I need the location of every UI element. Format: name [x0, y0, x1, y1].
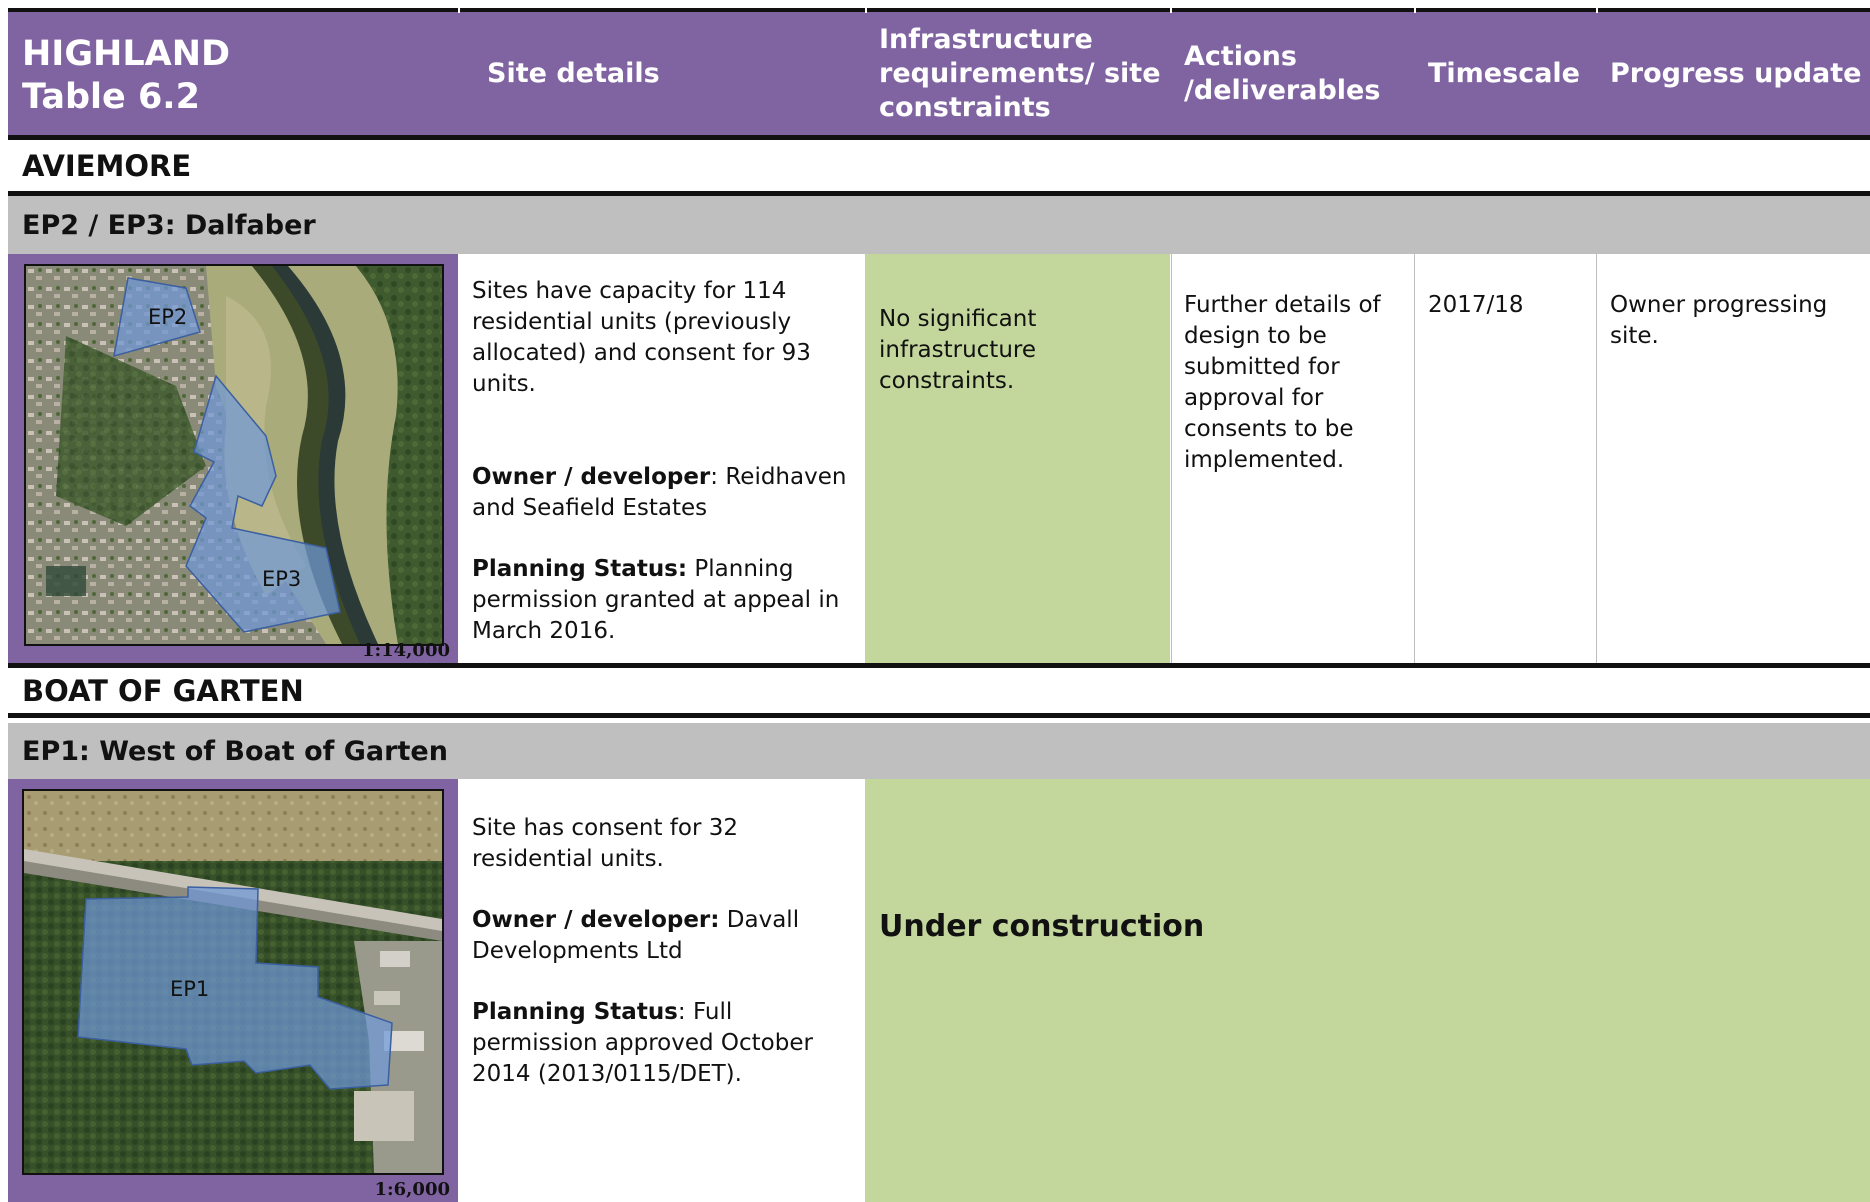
capacity-text: Site has consent for 32 residential unit… [472, 815, 738, 872]
map-label-ep3: EP3 [262, 567, 301, 591]
timescale-dalfaber: 2017/18 [1428, 292, 1524, 318]
infrastructure-dalfaber: No significant infrastructure constraint… [865, 254, 1170, 663]
region-title: HIGHLAND [22, 33, 231, 74]
table-6-2: HIGHLAND Table 6.2 Site details Infrastr… [8, 8, 1870, 1202]
site-map-dalfaber: EP2 EP3 [24, 264, 444, 646]
site-details-west-of-boat-of-garten: Site has consent for 32 residential unit… [458, 779, 865, 1202]
column-header-timescale: Timescale [1428, 57, 1580, 89]
map-scale: 1:14,000 [361, 640, 450, 661]
status-banner-cell: Under construction [865, 779, 1870, 1202]
planning-status-text: Planning Status: Planning permission gra… [472, 554, 851, 647]
planning-status-text: Planning Status: Full permission approve… [472, 997, 851, 1090]
site-map-cell: EP1 1:6,000 [8, 779, 458, 1202]
site-map-west-of-boat-of-garten: EP1 [22, 789, 444, 1175]
column-header-site-details: Site details [487, 57, 660, 89]
table-number: Table 6.2 [22, 76, 200, 117]
progress-dalfaber: Owner progressing site. [1610, 292, 1828, 349]
map-label-ep2: EP2 [148, 305, 187, 329]
status-banner: Under construction [879, 909, 1205, 944]
map-scale: 1:6,000 [374, 1179, 450, 1200]
map-label-ep1: EP1 [170, 977, 209, 1001]
actions-dalfaber: Further details of design to be submitte… [1184, 292, 1381, 473]
town-heading-aviemore: AVIEMORE [8, 140, 1870, 196]
table-title: HIGHLAND Table 6.2 [8, 12, 458, 135]
planning-status-label: Planning Status: [472, 556, 688, 582]
site-heading-dalfaber: EP2 / EP3: Dalfaber [8, 196, 1870, 254]
aerial-map-image: EP2 EP3 [26, 266, 442, 644]
column-header-progress: Progress update [1610, 57, 1862, 89]
planning-status-label: Planning Status [472, 999, 678, 1025]
table-header: HIGHLAND Table 6.2 Site details Infrastr… [8, 8, 1870, 140]
column-header-infrastructure: Infrastructure requirements/ site constr… [879, 23, 1161, 123]
site-details-dalfaber: Sites have capacity for 114 residential … [458, 254, 865, 663]
aerial-map-image: EP1 [24, 791, 442, 1173]
site-map-cell: EP2 EP3 1:14,000 [8, 254, 458, 663]
owner-text: Owner / developer: Davall Developments L… [472, 905, 851, 967]
capacity-text: Sites have capacity for 114 residential … [472, 278, 811, 397]
owner-label: Owner / developer: [472, 907, 720, 933]
town-heading-boat-of-garten: BOAT OF GARTEN [8, 668, 1870, 718]
column-header-actions: Actions /deliverables [1184, 40, 1381, 106]
owner-label: Owner / developer [472, 464, 711, 490]
owner-text: Owner / developer: Reidhaven and Seafiel… [472, 462, 851, 524]
site-heading-west-of-boat-of-garten: EP1: West of Boat of Garten [8, 723, 1870, 779]
